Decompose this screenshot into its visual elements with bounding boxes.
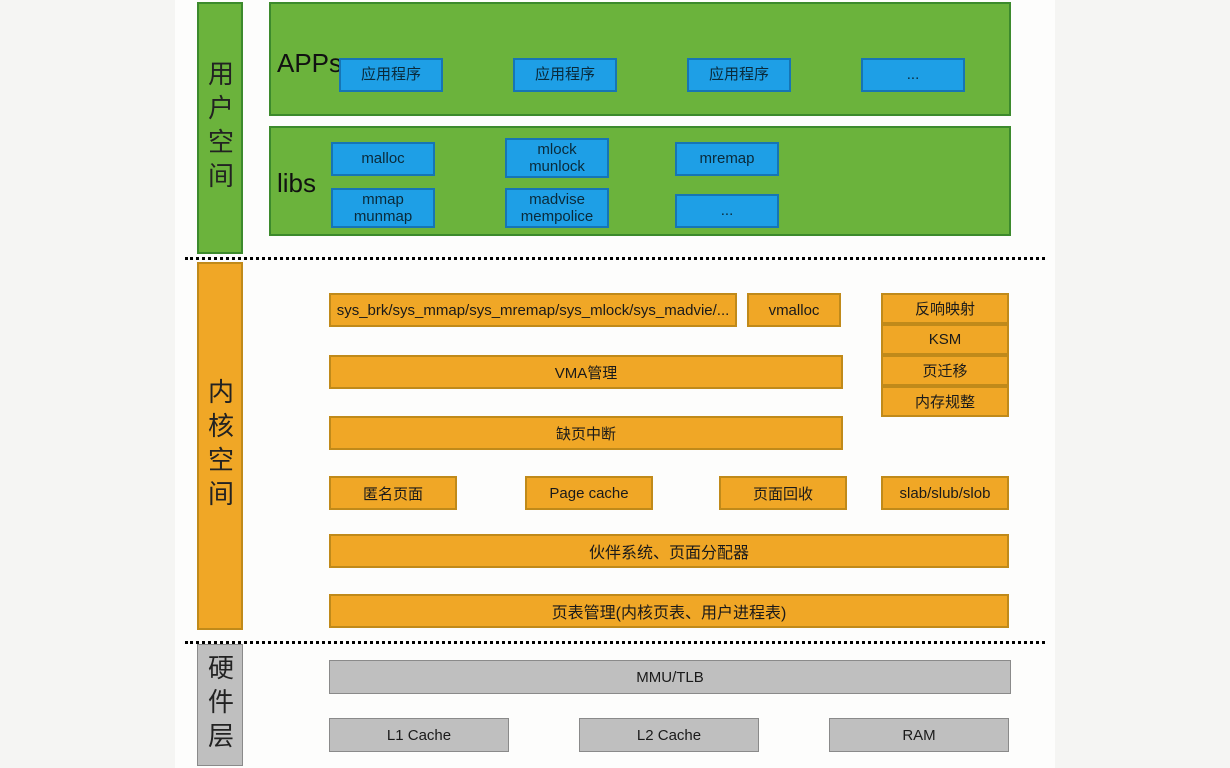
divider-kernel-hw (185, 641, 1045, 644)
l2-cache-box: L2 Cache (579, 718, 759, 752)
app-box-2: 应用程序 (687, 58, 791, 92)
apps-title: APPs (277, 48, 342, 79)
lib-madvise-mempolice: madvisemempolice (505, 188, 609, 228)
fault-box: 缺页中断 (329, 416, 843, 450)
hardware-layer-label: 硬件层 (197, 644, 243, 766)
app-box-0: 应用程序 (339, 58, 443, 92)
side-1: KSM (881, 324, 1009, 355)
app-box-more: ... (861, 58, 965, 92)
slab-box: slab/slub/slob (881, 476, 1009, 510)
buddy-box: 伙伴系统、页面分配器 (329, 534, 1009, 568)
page-cache-box: Page cache (525, 476, 653, 510)
divider-user-kernel (185, 257, 1045, 260)
mmu-box: MMU/TLB (329, 660, 1011, 694)
pagetable-box: 页表管理(内核页表、用户进程表) (329, 594, 1009, 628)
libs-title: libs (277, 168, 316, 199)
lib-mremap: mremap (675, 142, 779, 176)
l1-cache-box: L1 Cache (329, 718, 509, 752)
kernel-space-label: 内核空间 (197, 262, 243, 630)
side-2: 页迁移 (881, 355, 1009, 386)
lib-malloc: malloc (331, 142, 435, 176)
side-0: 反响映射 (881, 293, 1009, 324)
anon-page-box: 匿名页面 (329, 476, 457, 510)
vmalloc-box: vmalloc (747, 293, 841, 327)
lib-mlock-munlock: mlockmunlock (505, 138, 609, 178)
vma-box: VMA管理 (329, 355, 843, 389)
ram-box: RAM (829, 718, 1009, 752)
page-reclaim-box: 页面回收 (719, 476, 847, 510)
user-space-label: 用户空间 (197, 2, 243, 254)
app-box-1: 应用程序 (513, 58, 617, 92)
lib-mmap-munmap: mmapmunmap (331, 188, 435, 228)
libs-container: libs malloc mlockmunlock mremap mmapmunm… (269, 126, 1011, 236)
side-3: 内存规整 (881, 386, 1009, 417)
apps-container: APPs 应用程序 应用程序 应用程序 ... (269, 2, 1011, 116)
lib-more: ... (675, 194, 779, 228)
syscalls-box: sys_brk/sys_mmap/sys_mremap/sys_mlock/sy… (329, 293, 737, 327)
